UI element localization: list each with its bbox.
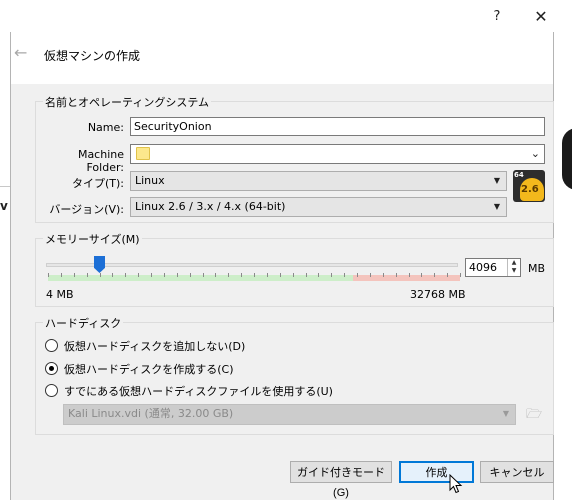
machine-folder-combo[interactable]: ⌄ [130,144,545,164]
memory-min-label: 4 MB [46,288,74,301]
memory-group-title: メモリーサイズ(M) [43,231,142,247]
slider-tick [293,273,294,277]
dropdown-arrow-icon: ▼ [493,202,500,211]
slider-tick [48,273,49,277]
hard-disk-group-title: ハードディスク [43,315,124,331]
slider-tick [267,273,268,277]
os-version-badge: 2.6 [521,184,539,195]
type-label: タイプ(T): [71,177,124,190]
chevron-down-icon: ⌄ [530,147,540,160]
title-bar [10,0,554,32]
background-window-left [0,0,10,500]
slider-tick [74,273,75,277]
folder-label: Machine Folder: [77,148,124,174]
name-label: Name: [87,121,124,134]
memory-spinbox[interactable]: 4096 ▲ ▼ [465,258,521,277]
version-value: Linux 2.6 / 3.x / 4.x (64-bit) [135,200,286,213]
name-os-group-title: 名前とオペレーティングシステム [43,94,212,110]
radio-button[interactable] [45,339,58,352]
choose-disk-file-icon[interactable]: 🗁 [523,404,545,425]
version-label: バージョン(V): [49,203,124,216]
mouse-cursor-icon [449,474,463,494]
background-text: v [0,199,8,213]
radio-label: 仮想ハードディスクを作成する(C) [64,363,234,376]
slider-tick [254,273,255,277]
memory-slider-track[interactable] [46,263,458,267]
os-bits-badge: 64 [514,171,524,179]
slider-tick [190,273,191,277]
radio-label: 仮想ハードディスクを追加しない(D) [64,340,246,353]
slider-tick [87,273,88,277]
dropdown-arrow-icon: ▼ [493,176,500,185]
slider-tick [138,273,139,277]
slider-tick [421,273,422,277]
slider-tick [177,273,178,277]
slider-tick [203,273,204,277]
slider-tick [164,273,165,277]
memory-max-label: 32768 MB [410,288,466,301]
slider-tick [344,273,345,277]
name-input[interactable]: SecurityOnion [130,117,545,136]
slider-tick [228,273,229,277]
radio-button[interactable] [45,362,58,375]
radio-label: すでにある仮想ハードディスクファイルを使用する(U) [64,385,333,398]
spin-buttons[interactable]: ▲ ▼ [507,259,520,276]
slider-tick [306,273,307,277]
existing-disk-combo[interactable]: Kali Linux.vdi (通常, 32.00 GB) ▼ [63,404,516,425]
background-shape [562,128,572,190]
type-value: Linux [135,174,165,187]
slider-tick [112,273,113,277]
slider-tick [447,273,448,277]
help-button[interactable]: ? [482,6,512,28]
folder-icon [136,147,150,160]
slider-tick [241,273,242,277]
background-window-right [553,0,572,500]
dropdown-arrow-icon: ▼ [502,409,509,418]
memory-value: 4096 [469,261,497,274]
slider-tick [396,273,397,277]
spin-up-icon[interactable]: ▲ [508,259,520,267]
linux-os-icon: 64 2.6 [513,170,545,202]
slider-tick [357,273,358,277]
guided-mode-button[interactable]: ガイド付きモード(G) [290,461,392,499]
close-button[interactable]: ✕ [524,6,558,28]
slider-tick [331,273,332,277]
radio-button[interactable] [45,384,58,397]
slider-tick [125,273,126,277]
memory-unit: MB [528,262,546,275]
page-title: 仮想マシンの作成 [44,49,141,63]
slider-tick [370,273,371,277]
slider-tick [409,273,410,277]
spin-down-icon[interactable]: ▼ [508,267,520,275]
type-combo[interactable]: Linux ▼ [130,171,507,191]
background-divider [0,186,10,187]
slider-tick [318,273,319,277]
slider-tick [383,273,384,277]
cancel-button[interactable]: キャンセル [480,461,554,483]
slider-tick [61,273,62,277]
memory-recommended-zone [48,275,353,281]
slider-tick [434,273,435,277]
back-arrow-icon[interactable]: ← [14,43,27,62]
existing-disk-value: Kali Linux.vdi (通常, 32.00 GB) [68,407,234,420]
slider-tick [215,273,216,277]
version-combo[interactable]: Linux 2.6 / 3.x / 4.x (64-bit) ▼ [130,197,507,217]
slider-tick [280,273,281,277]
slider-tick [100,273,101,277]
slider-tick [151,273,152,277]
slider-tick [460,273,461,277]
